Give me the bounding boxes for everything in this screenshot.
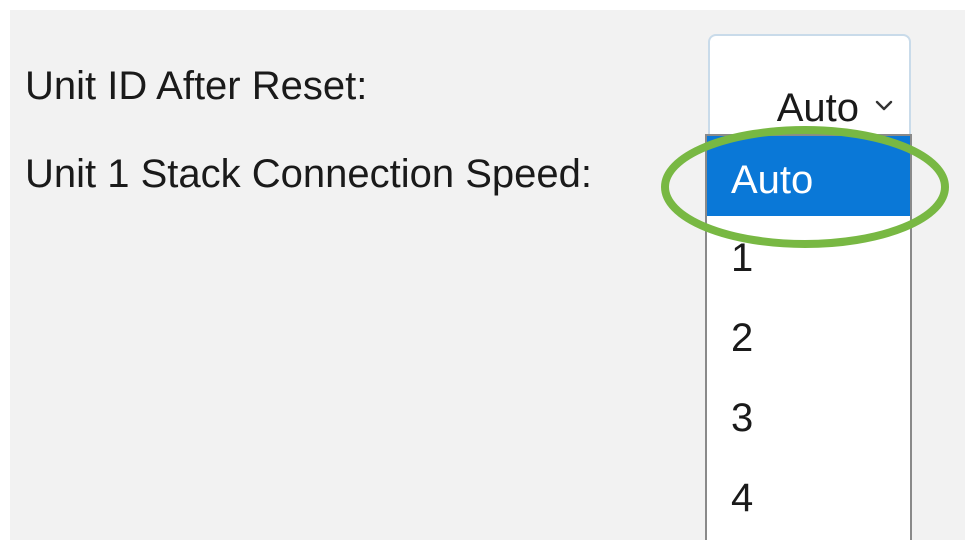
- dropdown-option-2[interactable]: 2: [707, 296, 910, 376]
- dropdown-option-4[interactable]: 4: [707, 456, 910, 536]
- unit-id-select[interactable]: Auto: [708, 34, 911, 134]
- stack-connection-speed-label: Unit 1 Stack Connection Speed:: [25, 152, 593, 196]
- dropdown-option-3[interactable]: 3: [707, 376, 910, 456]
- chevron-down-icon: [875, 100, 893, 111]
- unit-id-dropdown-list: Auto 1 2 3 4: [705, 134, 912, 540]
- dropdown-option-auto[interactable]: Auto: [707, 136, 910, 216]
- dropdown-option-1[interactable]: 1: [707, 216, 910, 296]
- unit-id-select-value: Auto: [776, 86, 859, 130]
- unit-id-after-reset-label: Unit ID After Reset:: [25, 64, 368, 108]
